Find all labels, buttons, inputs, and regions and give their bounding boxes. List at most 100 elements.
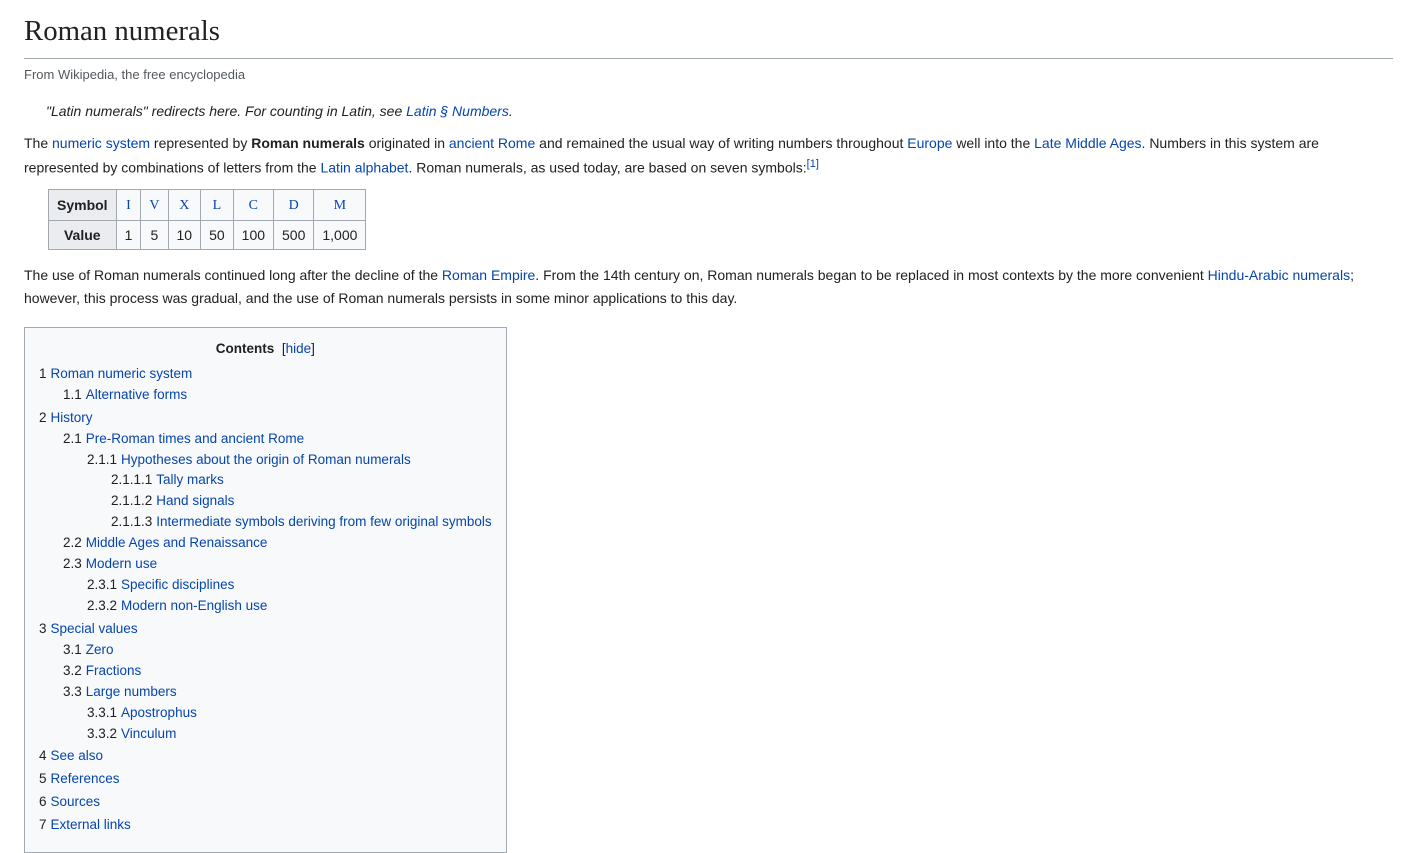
bold-roman-numerals: Roman numerals <box>251 135 365 151</box>
table-header-symbol: Symbol <box>49 189 117 220</box>
toc-number: 3.3.1 <box>87 705 117 720</box>
toc-item: 2.3.1 Specific disciplines <box>87 575 492 596</box>
toc-number: 3.3.2 <box>87 726 117 741</box>
toc-item: 2 History 2.1 Pre-Roman times and ancient R… <box>39 408 492 617</box>
toc-item: 2.1 Pre-Roman times and ancient Rome 2.1.1… <box>63 429 492 534</box>
toc-item: 2.1.1.2 Hand signals <box>111 491 492 512</box>
lead-paragraph-2: The use of Roman numerals continued long… <box>24 264 1393 309</box>
toc-number: 2.3.1 <box>87 577 117 592</box>
toc-number: 6 <box>39 794 47 809</box>
value-cell: 100 <box>233 221 273 250</box>
table-row-symbol: Symbol I V X L C D M <box>49 189 366 220</box>
hatnote-link[interactable]: Latin § Numbers <box>406 103 509 119</box>
toc-number: 2.1.1.3 <box>111 514 152 529</box>
toc-link[interactable]: References <box>51 771 120 786</box>
toc-number: 3.2 <box>63 663 82 678</box>
toc-item: 2.3.2 Modern non-English use <box>87 596 492 617</box>
toc-link[interactable]: Specific disciplines <box>121 577 234 592</box>
toc-sublist: 2.3.1 Specific disciplines 2.3.2 Modern non… <box>63 575 492 617</box>
toc-link[interactable]: Hand signals <box>156 493 234 508</box>
toc-number: 3.1 <box>63 642 82 657</box>
toc-number: 2.1.1 <box>87 452 117 467</box>
symbol-L[interactable]: L <box>213 198 222 213</box>
toc-item: 4 See also <box>39 746 492 767</box>
toc-number: 2.1 <box>63 431 82 446</box>
toc-number: 3 <box>39 621 47 636</box>
symbol-I[interactable]: I <box>126 198 131 213</box>
toc-link[interactable]: Alternative forms <box>86 387 187 402</box>
symbols-table: Symbol I V X L C D M Value 1 5 10 50 100… <box>48 189 366 251</box>
toc-item: 3.1 Zero <box>63 640 492 661</box>
toc-link[interactable]: Fractions <box>86 663 142 678</box>
hatnote: "Latin numerals" redirects here. For cou… <box>24 100 1393 122</box>
toc-link[interactable]: See also <box>51 748 104 763</box>
value-cell: 1 <box>116 221 141 250</box>
link-late-middle-ages[interactable]: Late Middle Ages <box>1034 135 1141 151</box>
toc-item: 2.3Modern use2.3.1Specific disciplines2.… <box>63 554 492 617</box>
toc-link[interactable]: History <box>51 410 93 425</box>
toc-number: 2 <box>39 410 47 425</box>
table-header-value: Value <box>49 221 117 250</box>
toc-link[interactable]: Modern use <box>86 556 157 571</box>
hatnote-text: "Latin numerals" redirects here. For cou… <box>46 103 406 119</box>
toc-number: 4 <box>39 748 47 763</box>
toc-number: 3.3 <box>63 684 82 699</box>
page-title: Roman numerals <box>24 8 1393 59</box>
hatnote-suffix: . <box>509 103 513 119</box>
symbol-X[interactable]: X <box>179 198 189 213</box>
link-numeric-system[interactable]: numeric system <box>52 135 150 151</box>
page-subtitle: From Wikipedia, the free encyclopedia <box>24 65 1393 86</box>
link-hindu-arabic-numerals[interactable]: Hindu-Arabic numerals <box>1208 267 1350 283</box>
toc-number: 1 <box>39 366 47 381</box>
toc-item: 6 Sources <box>39 792 492 813</box>
toc-item: 3.3.1 Apostrophus <box>87 703 492 724</box>
value-cell: 5 <box>141 221 168 250</box>
toc-link[interactable]: Sources <box>51 794 101 809</box>
toc-link[interactable]: Special values <box>51 621 138 636</box>
toc-item: 3.2 Fractions <box>63 661 492 682</box>
toc-title: Contents [hide] <box>39 338 492 360</box>
link-latin-alphabet[interactable]: Latin alphabet <box>320 159 408 175</box>
citation-1[interactable]: [1] <box>807 158 819 170</box>
link-ancient-rome[interactable]: ancient Rome <box>449 135 535 151</box>
toc-number: 2.2 <box>63 535 82 550</box>
toc-list: 1 Roman numeric system 1.1 Alternative form… <box>39 364 492 836</box>
toc-sublist: 3.1 Zero 3.2 Fractions 3.3 Large numbers 3.3.1… <box>39 640 492 745</box>
toc-link[interactable]: Tally marks <box>156 472 224 487</box>
link-roman-empire[interactable]: Roman Empire <box>442 267 535 283</box>
toc-item: 2.1.1.3 Intermediate symbols deriving fro… <box>111 512 492 533</box>
toc-link[interactable]: Vinculum <box>121 726 176 741</box>
toc-link[interactable]: Large numbers <box>86 684 177 699</box>
toc-link[interactable]: Zero <box>86 642 114 657</box>
value-cell: 10 <box>168 221 201 250</box>
toc-link[interactable]: Middle Ages and Renaissance <box>86 535 268 550</box>
toc-item: 1 Roman numeric system 1.1 Alternative form… <box>39 364 492 406</box>
toc-item: 2.1.1.1 Tally marks <box>111 470 492 491</box>
toc-item: 3 Special values 3.1 Zero 3.2 Fractions 3.3 Lar… <box>39 619 492 745</box>
symbol-M[interactable]: M <box>334 198 346 213</box>
toc-number: 1.1 <box>63 387 82 402</box>
toc-link[interactable]: Roman numeric system <box>51 366 193 381</box>
toc-number: 2.1.1.2 <box>111 493 152 508</box>
symbol-V[interactable]: V <box>149 198 159 213</box>
toc-link[interactable]: Intermediate symbols deriving from few o… <box>156 514 491 529</box>
toc-item: 3.3 Large numbers 3.3.1 Apostrophus 3.3.2 Vin… <box>63 682 492 745</box>
toc-number: 2.3 <box>63 556 82 571</box>
toc-number: 2.3.2 <box>87 598 117 613</box>
toc-link[interactable]: Pre-Roman times and ancient Rome <box>86 431 304 446</box>
toc-number: 5 <box>39 771 47 786</box>
toc-item: 7External links <box>39 815 492 836</box>
toc-link[interactable]: External links <box>51 817 131 832</box>
toc-number: 2.1.1.1 <box>111 472 152 487</box>
lead-paragraph-1: The numeric system represented by Roman … <box>24 132 1393 178</box>
toc-hide-link[interactable]: hide <box>286 341 312 356</box>
link-europe[interactable]: Europe <box>907 135 952 151</box>
toc-link[interactable]: Hypotheses about the origin of Roman num… <box>121 452 411 467</box>
toc-link[interactable]: Modern non-English use <box>121 598 267 613</box>
symbol-C[interactable]: C <box>249 198 258 213</box>
toc-sublist: 2.1.1 Hypotheses about the origin of Roma… <box>63 450 492 534</box>
toc-link[interactable]: Apostrophus <box>121 705 197 720</box>
symbol-D[interactable]: D <box>289 198 299 213</box>
toc-item: 5 References <box>39 769 492 790</box>
toc-item: 1.1 Alternative forms <box>63 385 492 406</box>
